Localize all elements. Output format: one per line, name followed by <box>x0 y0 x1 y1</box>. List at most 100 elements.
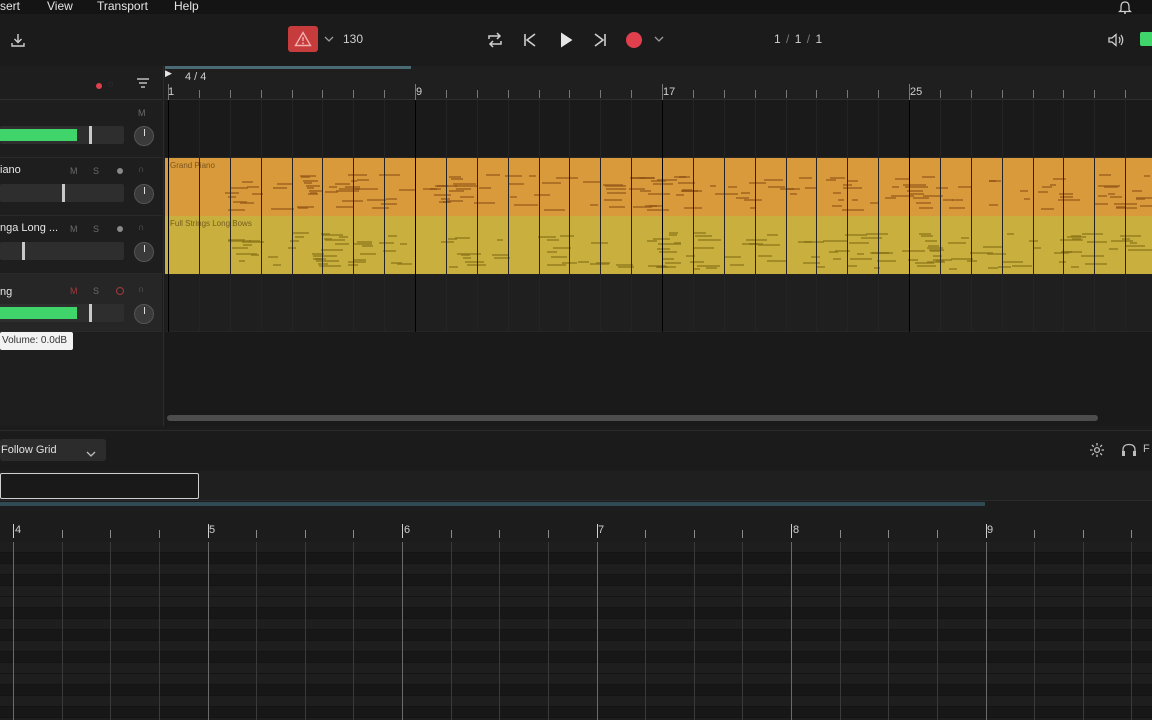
position-sep-2: / <box>806 32 812 46</box>
volume-fader[interactable] <box>0 184 124 202</box>
pitch-row[interactable] <box>0 564 1152 575</box>
play-icon[interactable] <box>555 29 577 51</box>
mute-button[interactable]: M <box>70 286 78 296</box>
headphones-icon[interactable]: ∩ <box>138 164 144 174</box>
midi-note <box>290 240 299 242</box>
menu-transport[interactable]: Transport <box>97 0 148 13</box>
fader-handle[interactable] <box>89 304 92 322</box>
pitch-row[interactable] <box>0 707 1152 718</box>
menu-view[interactable]: View <box>47 0 73 13</box>
track-name[interactable]: nga Long ... <box>0 222 58 234</box>
pitch-row[interactable] <box>0 685 1152 696</box>
pitch-row[interactable] <box>0 586 1152 597</box>
mute-button[interactable]: M <box>138 108 146 118</box>
menu-insert[interactable]: sert <box>0 0 20 13</box>
skip-forward-icon[interactable] <box>590 30 610 50</box>
track-lane[interactable] <box>165 274 1152 332</box>
fader-handle[interactable] <box>22 242 25 260</box>
track-lane[interactable] <box>165 100 1152 158</box>
pan-knob[interactable] <box>134 304 154 324</box>
time-signature[interactable]: 4 / 4 <box>185 71 206 83</box>
pitch-row[interactable] <box>0 696 1152 707</box>
track-lane[interactable]: Full Strings Long Bows <box>165 216 1152 274</box>
ruler-tick <box>322 90 323 98</box>
solo-button[interactable]: S <box>93 166 99 176</box>
loop-region[interactable] <box>165 66 411 69</box>
ruler-tick <box>694 530 695 538</box>
beat-line <box>694 542 695 720</box>
midi-clip[interactable]: Full Strings Long Bows <box>165 216 1152 274</box>
track-name[interactable]: ng <box>0 286 12 298</box>
snap-select[interactable]: Follow Grid <box>0 439 106 461</box>
piano-roll[interactable]: 4 5 6 7 8 9 <box>0 502 1152 720</box>
mute-button[interactable]: M <box>70 166 78 176</box>
track-row-selected[interactable]: ng M S ∩ <box>0 274 162 332</box>
tempo-value[interactable]: 130 <box>343 32 363 46</box>
pitch-row[interactable] <box>0 619 1152 630</box>
timeline-ruler[interactable]: ▶ 4 / 4 1 9 17 25 <box>165 66 1152 100</box>
pitch-row[interactable] <box>0 641 1152 652</box>
menu-help[interactable]: Help <box>174 0 199 13</box>
skip-back-icon[interactable] <box>520 30 540 50</box>
track-name[interactable]: iano <box>0 164 21 176</box>
solo-button[interactable]: S <box>93 286 99 296</box>
piano-roll-ruler[interactable]: 4 5 6 7 8 9 <box>0 502 1152 542</box>
track-list-menu-icon[interactable] <box>135 75 151 91</box>
pitch-row[interactable] <box>0 663 1152 674</box>
volume-fader[interactable] <box>0 242 124 260</box>
pitch-row[interactable] <box>0 597 1152 608</box>
pan-knob[interactable] <box>134 184 154 204</box>
note-grid[interactable] <box>0 542 1152 720</box>
headphones-icon[interactable]: ∩ <box>138 284 144 294</box>
pitch-row[interactable] <box>0 608 1152 619</box>
record-options-chevron-icon[interactable] <box>652 32 666 46</box>
pitch-row[interactable] <box>0 630 1152 641</box>
record-arm-button[interactable] <box>116 287 124 295</box>
position-display[interactable]: 1 / 1 / 1 <box>774 32 823 46</box>
speaker-icon[interactable] <box>1106 30 1126 50</box>
piano-roll-loop-region[interactable] <box>0 502 985 506</box>
fader-handle[interactable] <box>89 126 92 144</box>
mute-button[interactable]: M <box>70 224 78 234</box>
record-arm-button[interactable] <box>117 226 123 232</box>
pan-knob[interactable] <box>134 242 154 262</box>
track-row[interactable]: iano M S ∩ <box>0 158 162 216</box>
track-lane[interactable]: Grand Piano <box>165 158 1152 216</box>
midi-note <box>494 257 510 259</box>
midi-note <box>659 251 677 253</box>
solo-button[interactable]: S <box>93 224 99 234</box>
pan-knob[interactable] <box>134 126 154 146</box>
pitch-row[interactable] <box>0 575 1152 586</box>
pitch-row[interactable] <box>0 553 1152 564</box>
volume-fader[interactable] <box>0 304 124 322</box>
headphones-icon[interactable] <box>1120 441 1138 459</box>
horizontal-scrollbar[interactable] <box>167 415 1098 421</box>
bell-icon[interactable] <box>1117 0 1133 14</box>
playhead-marker-icon[interactable]: ▶ <box>165 68 172 79</box>
snap-select-value: Follow Grid <box>1 444 57 456</box>
track-row[interactable]: M <box>0 100 162 158</box>
fader-handle[interactable] <box>62 184 65 202</box>
editor-right-label[interactable]: F <box>1143 443 1150 455</box>
loop-icon[interactable] <box>484 30 506 50</box>
chevron-down-icon[interactable] <box>322 32 336 46</box>
pitch-row[interactable] <box>0 674 1152 685</box>
midi-clip[interactable]: Grand Piano <box>165 158 1152 216</box>
volume-fader[interactable] <box>0 126 124 144</box>
midi-note <box>848 265 857 267</box>
bar-label: 7 <box>598 524 605 536</box>
headphones-icon[interactable]: ∩ <box>138 222 144 232</box>
midi-note <box>301 176 310 178</box>
record-arm-button[interactable] <box>117 168 123 174</box>
filter-input[interactable] <box>0 473 199 499</box>
track-row[interactable]: nga Long ... M S ∩ <box>0 216 162 274</box>
arrangement-view[interactable]: ▶ 4 / 4 1 9 17 25 Grand Piano Full Strin… <box>165 66 1152 426</box>
record-icon[interactable] <box>624 30 644 50</box>
midi-note <box>354 243 372 245</box>
metronome-warning-button[interactable] <box>288 26 318 52</box>
beat-line <box>13 542 14 720</box>
download-icon[interactable] <box>8 30 28 50</box>
pitch-row[interactable] <box>0 542 1152 553</box>
gear-icon[interactable] <box>1088 441 1106 459</box>
pitch-row[interactable] <box>0 652 1152 663</box>
